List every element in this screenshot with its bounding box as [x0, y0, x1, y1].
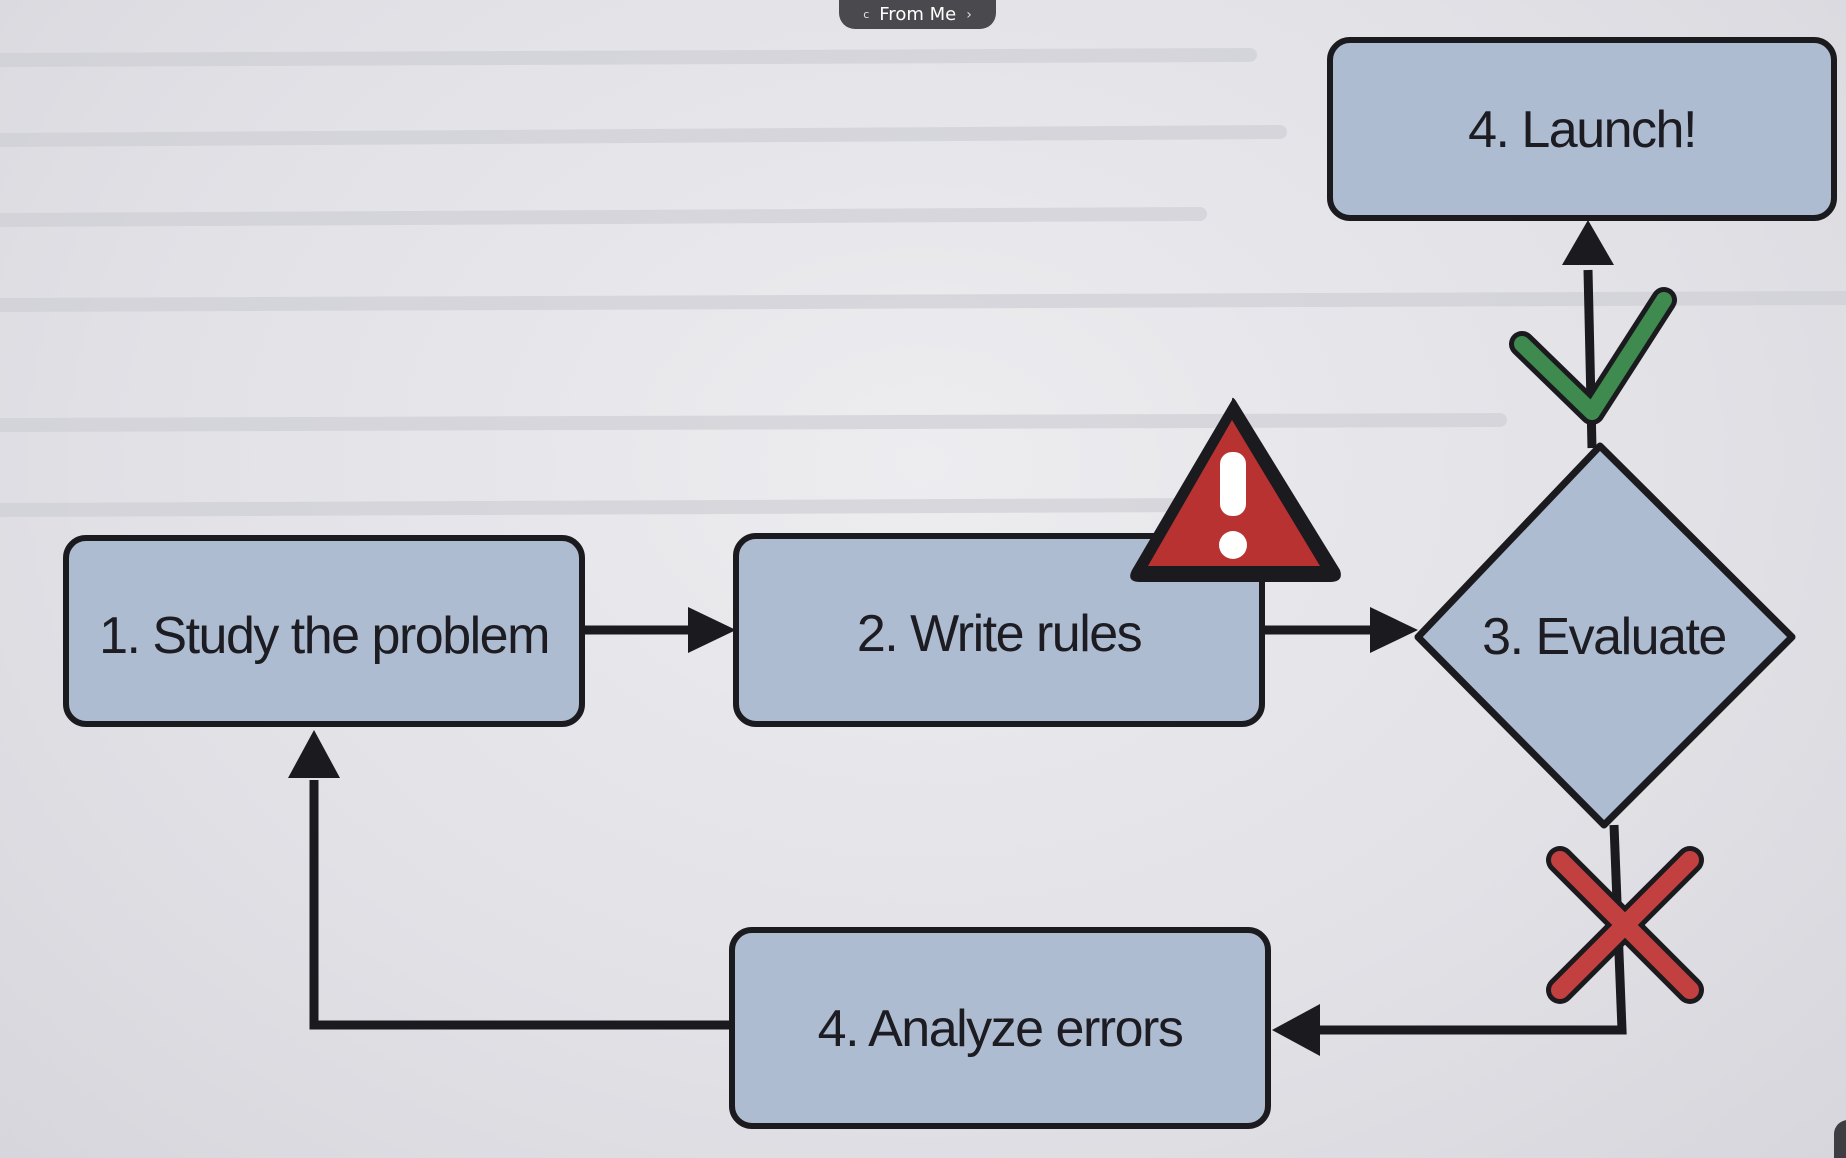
node-launch-label: 4. Launch!: [1468, 101, 1696, 159]
node-analyze-label: 4. Analyze errors: [818, 1000, 1183, 1058]
node-launch: 4. Launch!: [1327, 37, 1837, 221]
node-evaluate: 3. Evaluate: [1414, 442, 1796, 829]
node-write-label: 2. Write rules: [857, 605, 1142, 663]
warning-triangle-icon: [1130, 397, 1341, 582]
connector-analyze-to-study: [288, 730, 730, 1030]
node-analyze-errors: 4. Analyze errors: [729, 927, 1271, 1129]
photo-frame: c From Me › 1. Study the problem 2. Writ…: [0, 0, 1846, 1158]
node-study-label: 1. Study the problem: [99, 607, 549, 665]
connector-write-to-evaluate: [1263, 607, 1418, 653]
cross-icon: [1546, 846, 1704, 1004]
flowchart: 1. Study the problem 2. Write rules 3. E…: [63, 37, 1837, 1129]
node-evaluate-label: 3. Evaluate: [1482, 608, 1726, 666]
connector-study-to-write: [585, 607, 736, 653]
node-study-the-problem: 1. Study the problem: [63, 535, 585, 727]
window-corner-control: [1834, 1120, 1846, 1158]
